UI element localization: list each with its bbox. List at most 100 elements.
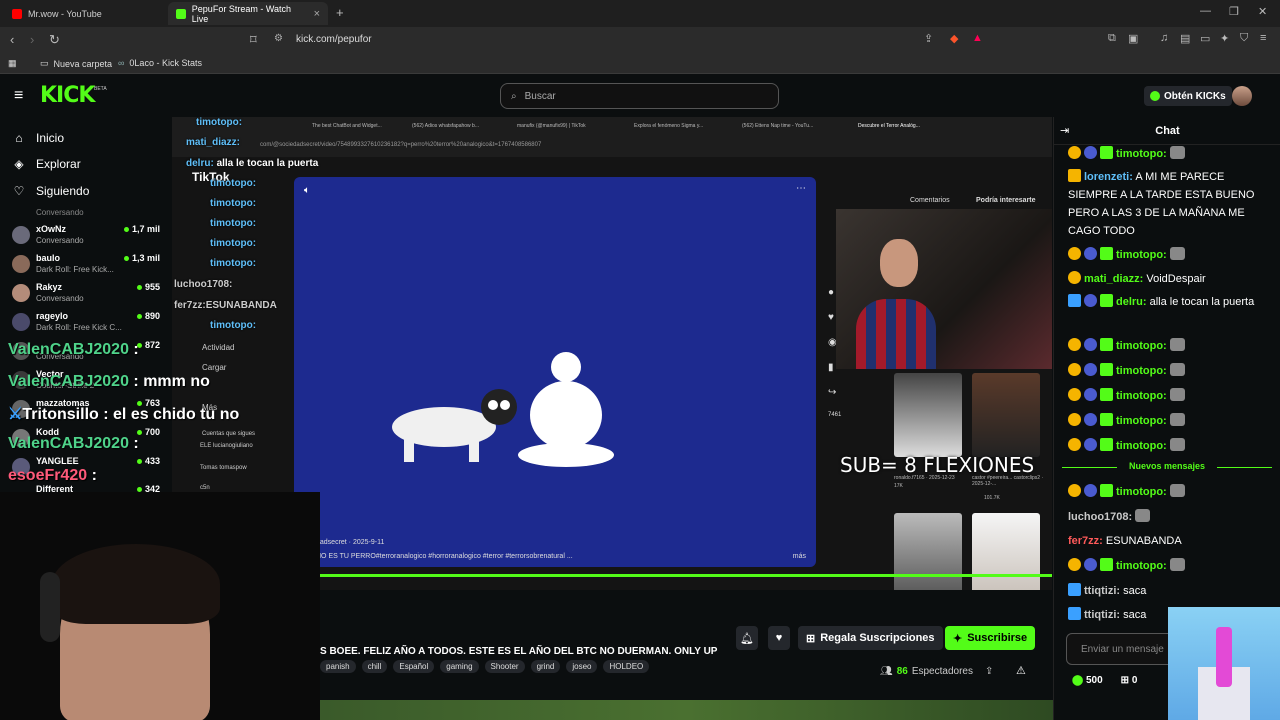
leo-icon[interactable]: ✦ [1220,32,1229,45]
minimize-button[interactable]: — [1200,5,1211,17]
viewer-counter: 👥︎ 86 Espectadores [880,666,973,677]
tab-label: PepuFor Stream - Watch Live [191,3,291,24]
chat-username[interactable]: timotopo: [1116,249,1167,261]
bookmark-folder[interactable]: ▭ Nueva carpeta [40,58,112,69]
tag[interactable]: panish [320,660,356,673]
gift-subs-label: Regala Suscripciones [820,632,935,644]
chat-username[interactable]: lorenzeti: [1084,171,1133,183]
chat-username[interactable]: ttiqtizi: [1084,585,1120,597]
chat-username[interactable]: timotopo: [1116,365,1167,377]
grey-badge-icon [1084,294,1097,307]
chat-username[interactable]: timotopo: [1116,148,1167,160]
back-button[interactable]: ‹ [10,32,14,47]
share-icon[interactable]: ⇪ [924,32,933,45]
subscribe-button[interactable]: ✦ Suscribirse [945,626,1036,650]
chat-username[interactable]: luchoo1708: [1068,511,1132,523]
user-avatar[interactable] [1232,86,1252,106]
friend-shirt [856,299,936,369]
share-count: 7461 [828,412,842,418]
tag[interactable]: HOLDEO [603,660,650,673]
bookmark-kickstats[interactable]: ∞ 0Laco - Kick Stats [118,58,202,68]
report-icon[interactable]: ⚠ [1016,664,1026,677]
tiktok-menu-item: Actividad [202,343,235,352]
viewer-count: 955 [137,282,160,292]
overlay-chat-line: delru: alla le tocan la puerta [186,158,319,169]
share-icon[interactable]: ⇪ [985,666,993,677]
browser-tab-youtube[interactable]: Mr.wow - YouTube [4,2,168,25]
tag[interactable]: Shooter [484,660,525,673]
sidebar-channel[interactable]: baulo Dark Roll: Free Kick... 1,3 mil [12,252,162,280]
nav-siguiendo[interactable]: ♡ Siguiendo [12,184,90,198]
tag[interactable]: joseo [566,660,598,673]
tag[interactable]: gaming [440,660,479,673]
new-tab-button[interactable]: + [336,5,344,20]
chat-message: ttiqtizi: saca [1068,582,1273,600]
kicks-balance[interactable]: ⬤ 500 [1072,675,1103,686]
chat-username[interactable]: ttiqtizi: [1084,609,1120,621]
kick-logo[interactable]: KICK [40,83,95,108]
close-window-button[interactable]: ✕ [1258,5,1267,18]
sidebar-channel[interactable]: Rakyz Conversando 955 [12,281,162,309]
overlay-chat-line: timotopo: [210,198,257,209]
green-badge-icon [1100,363,1113,376]
chat-username[interactable]: timotopo: [1116,486,1167,498]
menu-icon[interactable]: ≡ [1260,32,1266,44]
forward-button[interactable]: › [30,32,34,47]
brave-shield-icon[interactable]: ◆ [950,32,958,45]
mod-badge-icon: ⚔ [8,406,23,423]
sidebar-icon[interactable]: ▤ [1180,32,1190,45]
restore-button[interactable]: ❐ [1229,5,1239,18]
nav-inicio[interactable]: ⌂ Inicio [12,131,64,145]
tag-list: panish chill Español gaming Shooter grin… [320,660,650,673]
bookmark-icon[interactable]: ⌑ [250,32,257,48]
search-input[interactable]: ⌕ Buscar [500,83,779,109]
notification-bell-button[interactable]: 🔔︎ [736,626,758,650]
video-caption: NO ES TU PERRO#terroranalogico #horroran… [316,553,573,560]
nav-explorar[interactable]: ◈ Explorar [12,157,80,171]
green-badge-icon [1100,338,1113,351]
wallet-icon[interactable]: ▭ [1200,32,1210,45]
site-info-icon[interactable]: ⚙ [274,33,283,44]
chat-username[interactable]: timotopo: [1116,560,1167,572]
tag[interactable]: grind [530,660,561,673]
tag[interactable]: Español [393,660,435,673]
vpn-icon[interactable]: ⛉ [1240,32,1248,45]
chat-username[interactable]: mati_diazz: [1084,273,1143,285]
sidebar-channel[interactable]: rageylo Dark Roll: Free Kick C... 890 [12,310,162,338]
bell-icon: 🔔︎ [740,632,754,645]
chat-username[interactable]: delru: [1116,296,1147,308]
avatar [12,226,30,244]
gift-count[interactable]: ⊞ 0 [1121,675,1138,686]
chat-message: timotopo: [1068,412,1273,430]
new-messages-divider: Nuevos mensajes [1062,461,1272,471]
media-icon[interactable]: ♫ [1160,32,1168,44]
url-field[interactable]: kick.com/pepufor [296,34,372,45]
chat-username[interactable]: timotopo: [1116,390,1167,402]
grey-badge-icon [1084,484,1097,497]
reload-button[interactable]: ↻ [49,32,60,48]
apps-icon[interactable]: ▦ [8,58,17,69]
screenshot-icon[interactable]: ▣ [1128,32,1138,45]
chat-username[interactable]: timotopo: [1116,415,1167,427]
extensions-icon[interactable]: ⧉ [1108,32,1116,45]
close-tab-icon[interactable]: × [314,8,320,20]
emote-icon [1169,247,1185,260]
get-kicks-button[interactable]: Obtén KICKs [1144,86,1232,106]
chat-message: lorenzeti: A MI ME PARECE SIEMPRE A LA T… [1068,168,1273,240]
chat-username[interactable]: timotopo: [1116,440,1167,452]
follow-heart-button[interactable]: ♥ [768,626,790,650]
bookmark-label: Nueva carpeta [53,58,113,69]
chat-username[interactable]: timotopo: [1116,340,1167,352]
gold-badge-icon [1068,484,1081,497]
chat-username[interactable]: fer7zz: [1068,535,1103,547]
kick-icon [176,8,186,19]
gift-subs-button[interactable]: ⊞ Regala Suscripciones [798,626,943,650]
chat-header: ⇥ Chat [1054,117,1280,145]
browser-tab-kick[interactable]: PepuFor Stream - Watch Live × [168,2,328,25]
hamburger-menu-icon[interactable]: ≡ [14,87,23,105]
rewards-icon[interactable]: ▲ [972,32,983,44]
sidebar-channel[interactable]: xOwNz Conversando 1,7 mil [12,223,162,251]
get-kicks-label: Obtén KICKs [1164,90,1226,102]
viewer-label: Espectadores [911,666,973,677]
tag[interactable]: chill [361,660,388,673]
